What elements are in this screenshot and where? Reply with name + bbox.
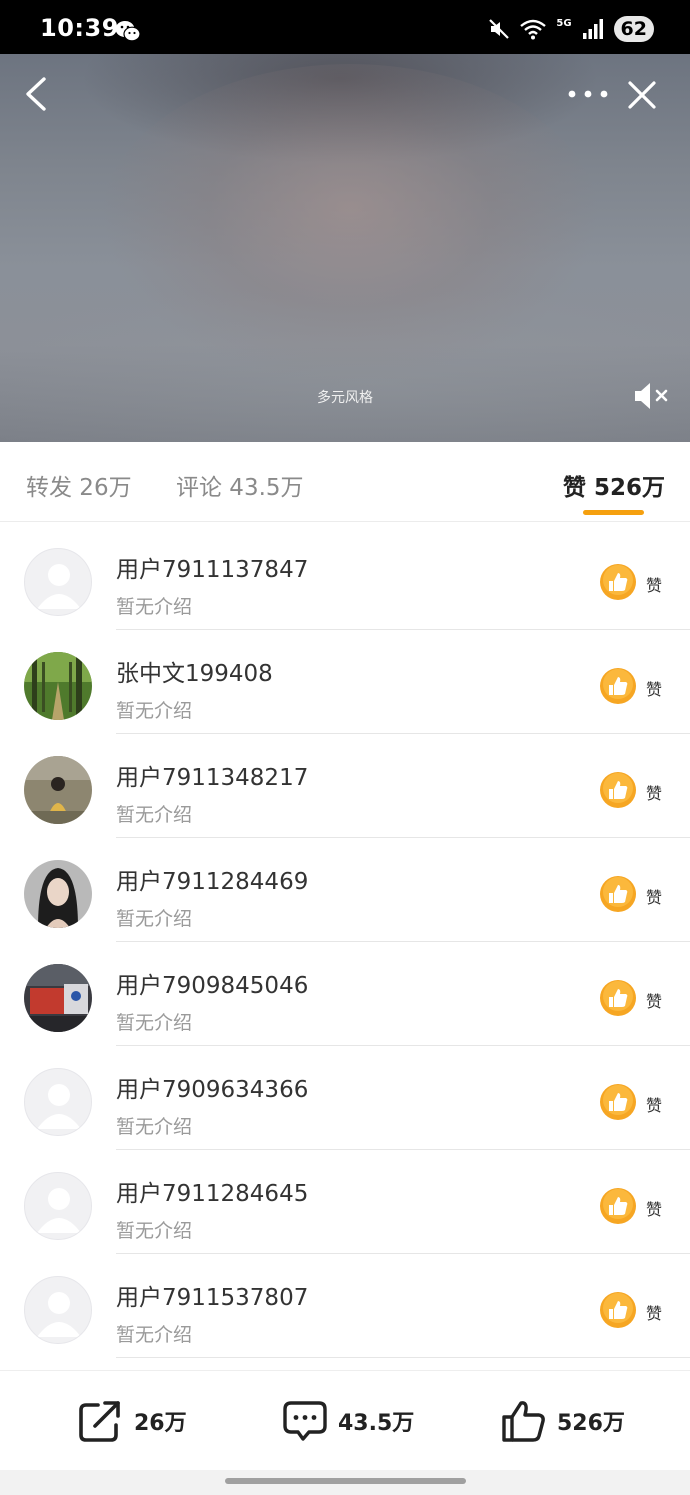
thumbs-up-icon[interactable] (599, 979, 637, 1017)
like-label[interactable]: 赞 (646, 988, 662, 1012)
user-intro: 暂无介绍 (116, 804, 193, 826)
comment-icon (283, 1401, 327, 1441)
battery-indicator: 62 (613, 16, 654, 42)
status-time: 10:39 (40, 14, 119, 42)
status-bar: 10:39 5G 62 (0, 0, 690, 54)
close-icon[interactable] (626, 79, 658, 111)
thumbs-up-outline-icon (502, 1401, 545, 1442)
mute-icon (489, 19, 510, 39)
person-avatar-image (24, 756, 92, 824)
tab-bar: 转发 26万 评论 43.5万 赞 526万 (0, 442, 690, 522)
thumbs-up-icon[interactable] (599, 1083, 637, 1121)
default-avatar-icon (37, 1084, 81, 1129)
liker-list[interactable]: 用户7911137847 暂无介绍 赞 张中文199408 暂无介绍 赞 用户7… (0, 522, 690, 1370)
like-label[interactable]: 赞 (646, 884, 662, 908)
like-label[interactable]: 赞 (646, 572, 662, 596)
network-type: 5G (556, 17, 572, 29)
like-label[interactable]: 赞 (646, 1092, 662, 1116)
default-avatar-icon (37, 1292, 81, 1337)
user-intro: 暂无介绍 (116, 908, 193, 930)
list-item[interactable]: 用户7911348217 暂无介绍 赞 (0, 734, 690, 838)
like-label[interactable]: 赞 (646, 780, 662, 804)
avatar[interactable] (24, 1276, 92, 1344)
avatar[interactable] (24, 652, 92, 720)
like-button[interactable]: 526万 (501, 1399, 625, 1443)
share-icon (79, 1401, 120, 1442)
user-name[interactable]: 张中文199408 (116, 654, 273, 688)
like-label[interactable]: 赞 (646, 1196, 662, 1220)
user-name[interactable]: 用户7911348217 (116, 758, 308, 792)
tab-likes[interactable]: 赞 526万 (563, 468, 665, 502)
list-item[interactable]: 用户7911537807 暂无介绍 赞 (0, 1254, 690, 1358)
user-intro: 暂无介绍 (116, 1012, 193, 1034)
street-avatar-image (24, 964, 92, 1032)
user-intro: 暂无介绍 (116, 1220, 193, 1242)
list-item[interactable]: 用户7911137847 暂无介绍 赞 (0, 526, 690, 630)
user-name[interactable]: 用户7911137847 (116, 550, 308, 584)
portrait-avatar-image (24, 860, 92, 928)
video-frame-ground (0, 284, 690, 442)
like-count: 526万 (557, 1411, 625, 1436)
bottom-action-bar: 26万 43.5万 526万 (0, 1370, 690, 1470)
more-icon[interactable] (566, 80, 610, 108)
comment-count: 43.5万 (338, 1411, 415, 1436)
avatar[interactable] (24, 1068, 92, 1136)
user-name[interactable]: 用户7911284645 (116, 1174, 308, 1208)
wifi-icon (520, 19, 547, 40)
thumbs-up-icon[interactable] (599, 875, 637, 913)
like-label[interactable]: 赞 (646, 1300, 662, 1324)
user-intro: 暂无介绍 (116, 596, 193, 618)
repost-count: 26万 (134, 1411, 187, 1436)
status-icons: 5G 62 (488, 16, 654, 42)
volume-mute-icon[interactable] (632, 380, 670, 412)
thumbs-up-icon[interactable] (599, 1187, 637, 1225)
thumbs-up-icon[interactable] (599, 563, 637, 601)
wechat-icon (115, 21, 141, 42)
default-avatar-icon (37, 564, 81, 609)
user-intro: 暂无介绍 (116, 1116, 193, 1138)
user-intro: 暂无介绍 (116, 700, 193, 722)
default-avatar-icon (37, 1188, 81, 1233)
thumbs-up-icon[interactable] (599, 667, 637, 705)
list-item[interactable]: 用户7909634366 暂无介绍 赞 (0, 1046, 690, 1150)
forest-avatar-image (24, 652, 92, 720)
user-name[interactable]: 用户7911537807 (116, 1278, 308, 1312)
user-name[interactable]: 用户7909634366 (116, 1070, 308, 1104)
user-name[interactable]: 用户7911284469 (116, 862, 308, 896)
list-item[interactable]: 用户7909845046 暂无介绍 赞 (0, 942, 690, 1046)
thumbs-up-icon[interactable] (599, 1291, 637, 1329)
list-item[interactable]: 张中文199408 暂无介绍 赞 (0, 630, 690, 734)
video-caption: 多元风格 (317, 390, 373, 406)
list-item[interactable]: 用户7911284645 暂无介绍 赞 (0, 1150, 690, 1254)
comment-button[interactable]: 43.5万 (282, 1399, 414, 1443)
gesture-area (0, 1470, 690, 1495)
avatar[interactable] (24, 756, 92, 824)
tab-comments[interactable]: 评论 43.5万 (176, 468, 304, 502)
thumbs-up-icon[interactable] (599, 771, 637, 809)
user-name[interactable]: 用户7909845046 (116, 966, 308, 1000)
repost-button[interactable]: 26万 (78, 1399, 187, 1443)
divider (116, 1357, 690, 1358)
back-icon[interactable] (22, 76, 52, 112)
tab-reposts[interactable]: 转发 26万 (26, 468, 132, 502)
like-label[interactable]: 赞 (646, 676, 662, 700)
avatar[interactable] (24, 1172, 92, 1240)
tab-active-indicator (583, 510, 644, 515)
avatar[interactable] (24, 860, 92, 928)
avatar[interactable] (24, 964, 92, 1032)
video-player[interactable] (0, 54, 690, 442)
list-item[interactable]: 用户7911284469 暂无介绍 赞 (0, 838, 690, 942)
avatar[interactable] (24, 548, 92, 616)
user-intro: 暂无介绍 (116, 1324, 193, 1346)
signal-icon (582, 19, 603, 39)
home-indicator[interactable] (225, 1478, 466, 1484)
